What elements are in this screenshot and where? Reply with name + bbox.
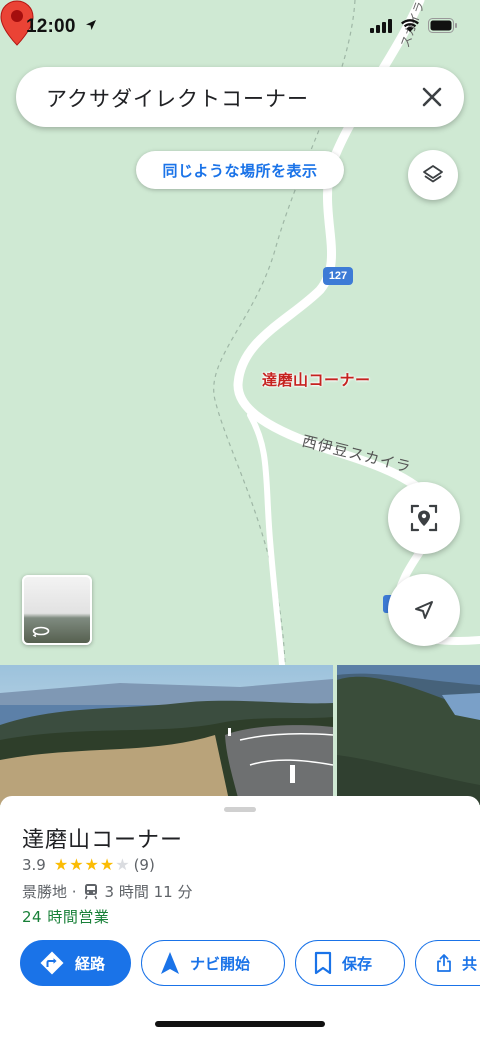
navigation-arrow-icon	[415, 601, 433, 619]
status-icons	[370, 18, 458, 33]
cellular-signal-icon	[370, 18, 392, 33]
wifi-icon	[401, 18, 419, 32]
star-icon: ★	[99, 855, 115, 874]
close-icon[interactable]	[418, 83, 446, 111]
photo-strip[interactable]	[0, 665, 480, 805]
status-bar: 12:00	[0, 0, 480, 58]
clock: 12:00	[26, 16, 76, 37]
route-shield: 127	[323, 267, 353, 285]
layers-button[interactable]	[408, 150, 458, 200]
star-icon: ★	[84, 855, 99, 874]
place-photo-1[interactable]	[0, 665, 333, 805]
rating-row[interactable]: 3.9 ★ ★ ★ ★ ★ (9)	[22, 856, 155, 874]
rotate-360-icon	[32, 626, 50, 637]
rating-stars: ★ ★ ★ ★ ★	[54, 857, 130, 873]
photo-landscape-2	[337, 665, 480, 805]
save-button[interactable]: 保存	[295, 940, 405, 986]
save-label: 保存	[342, 954, 373, 973]
directions-icon	[40, 951, 64, 975]
layers-icon	[423, 165, 443, 183]
navigation-icon	[161, 952, 179, 974]
status-time: 12:00	[26, 16, 97, 38]
category-row: 景勝地 · 3 時間 11 分	[22, 881, 192, 902]
search-bar[interactable]: アクサダイレクトコーナー	[16, 67, 464, 127]
directions-button[interactable]: 経路	[20, 940, 131, 986]
star-empty-icon: ★	[115, 855, 130, 874]
star-icon: ★	[53, 855, 69, 874]
transit-time: 3 時間 11 分	[104, 883, 193, 901]
start-label: ナビ開始	[190, 954, 251, 973]
place-sheet[interactable]: 達磨山コーナー 3.9 ★ ★ ★ ★ ★ (9) 景勝地 · 3 時間 11 …	[0, 796, 480, 1038]
train-icon	[84, 884, 97, 900]
place-photo-2[interactable]	[337, 665, 480, 805]
lens-pin-icon	[410, 504, 438, 532]
my-location-button[interactable]	[388, 574, 460, 646]
review-count: (9)	[133, 856, 155, 874]
similar-places-button[interactable]: 同じような場所を表示	[136, 151, 344, 189]
place-category: 景勝地 ·	[22, 883, 77, 901]
map-place-label[interactable]: 達磨山コーナー	[262, 369, 371, 390]
battery-icon	[428, 18, 457, 33]
sheet-handle[interactable]	[224, 807, 256, 812]
street-view-thumbnail[interactable]	[22, 575, 92, 645]
action-buttons: 経路 ナビ開始 保存 共	[20, 940, 480, 988]
rating-value: 3.9	[22, 856, 46, 874]
open-hours: 24 時間営業	[22, 908, 110, 926]
lens-button[interactable]	[388, 482, 460, 554]
bookmark-icon	[314, 951, 332, 975]
home-indicator[interactable]	[155, 1021, 325, 1027]
star-icon: ★	[69, 855, 84, 874]
share-label: 共	[461, 954, 477, 973]
search-query[interactable]: アクサダイレクトコーナー	[46, 83, 309, 113]
place-title: 達磨山コーナー	[22, 828, 184, 853]
share-button[interactable]: 共	[415, 940, 480, 986]
share-icon	[437, 954, 451, 972]
photo-landscape-1	[0, 665, 333, 805]
start-navigation-button[interactable]: ナビ開始	[141, 940, 285, 986]
location-arrow-icon	[86, 20, 97, 30]
directions-label: 経路	[75, 954, 106, 973]
